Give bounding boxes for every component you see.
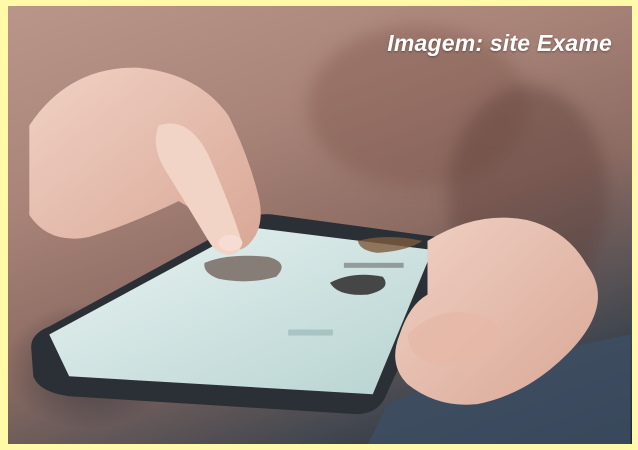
product-image [204, 255, 282, 282]
photo [8, 6, 632, 444]
fingertip [218, 234, 243, 251]
screen-text-line [343, 262, 404, 268]
hands-and-phone [29, 67, 631, 444]
screen-text-line [288, 329, 333, 336]
photo-caption: Imagem: site Exame [387, 30, 612, 56]
photo-frame: Imagem: site Exame [0, 0, 638, 450]
